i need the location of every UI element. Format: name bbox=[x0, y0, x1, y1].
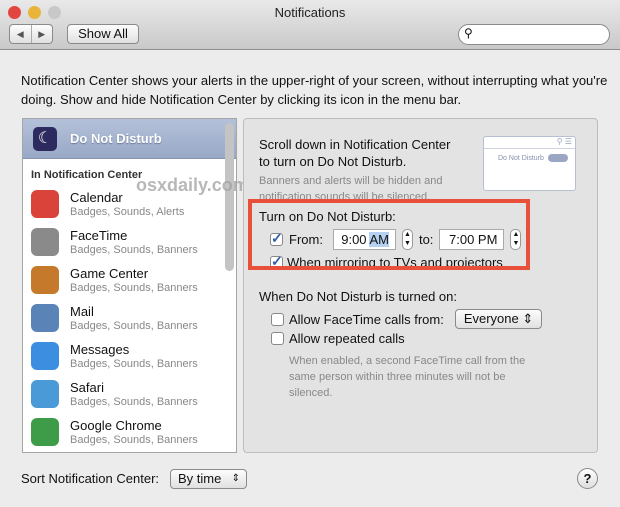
popup-value: Everyone bbox=[463, 311, 519, 326]
search-icon: ⚲ bbox=[464, 26, 473, 40]
sort-value: By time bbox=[178, 471, 222, 486]
when-title: When Do Not Disturb is turned on: bbox=[259, 289, 457, 304]
app-icon bbox=[31, 418, 59, 446]
sort-popup[interactable]: By time ⇕ bbox=[170, 469, 247, 489]
app-alert-style: Badges, Sounds, Banners bbox=[70, 434, 198, 446]
allow-facetime-checkbox[interactable] bbox=[271, 312, 284, 326]
window-title: Notifications bbox=[274, 5, 346, 20]
sidebar-item-game-center[interactable]: Game Center Badges, Sounds, Banners bbox=[23, 261, 236, 299]
highlight-box: Turn on Do Not Disturb: From: 9:00 AM ▲▼… bbox=[248, 199, 530, 270]
sort-label: Sort Notification Center: bbox=[21, 471, 160, 486]
app-alert-style: Badges, Sounds, Banners bbox=[70, 320, 198, 332]
allow-facetime-label: Allow FaceTime calls from: bbox=[289, 311, 444, 327]
app-list: ☾ Do Not Disturb In Notification Center … bbox=[22, 118, 237, 453]
allow-repeated-calls-label: Allow repeated calls bbox=[289, 331, 405, 346]
mirroring-label: When mirroring to TVs and projectors bbox=[287, 255, 503, 270]
preview-label: Do Not Disturb bbox=[498, 154, 544, 162]
app-icon bbox=[31, 190, 59, 218]
mirroring-checkbox[interactable] bbox=[270, 253, 283, 266]
app-alert-style: Badges, Sounds, Banners bbox=[70, 396, 198, 408]
app-icon bbox=[31, 380, 59, 408]
app-icon bbox=[31, 266, 59, 294]
to-stepper[interactable]: ▲ ▼ bbox=[510, 229, 522, 250]
repeated-calls-note: When enabled, a second FaceTime call fro… bbox=[289, 355, 526, 399]
sidebar-item-safari[interactable]: Safari Badges, Sounds, Banners bbox=[23, 375, 236, 413]
from-stepper[interactable]: ▲ ▼ bbox=[401, 229, 413, 250]
nav-buttons: ◀ ▶ bbox=[9, 24, 53, 44]
forward-button[interactable]: ▶ bbox=[32, 25, 53, 43]
sidebar-item-facetime[interactable]: FaceTime Badges, Sounds, Banners bbox=[23, 223, 236, 261]
app-alert-style: Badges, Sounds, Alerts bbox=[70, 206, 185, 218]
schedule-title: Turn on Do Not Disturb: bbox=[259, 209, 396, 224]
toggle-icon bbox=[547, 154, 568, 162]
from-time: 9:00 bbox=[341, 232, 367, 247]
to-label: to: bbox=[418, 232, 434, 247]
sidebar-item-messages[interactable]: Messages Badges, Sounds, Banners bbox=[23, 337, 236, 375]
description: Notification Center shows your alerts in… bbox=[21, 73, 608, 107]
sidebar-item-google-chrome[interactable]: Google Chrome Badges, Sounds, Banners bbox=[23, 413, 236, 451]
app-alert-style: Badges, Sounds, Banners bbox=[70, 358, 198, 370]
intro-text: Scroll down in Notification Center to tu… bbox=[259, 137, 451, 169]
watermark: osxdaily.com bbox=[136, 175, 249, 195]
chevron-updown-icon: ⇕ bbox=[231, 473, 240, 484]
facetime-from-popup[interactable]: Everyone ⇕ bbox=[454, 309, 543, 329]
do-not-disturb-panel: Scroll down in Notification Center to tu… bbox=[243, 118, 598, 453]
from-checkbox[interactable] bbox=[270, 230, 283, 247]
help-button[interactable]: ? bbox=[577, 468, 598, 489]
from-label: From: bbox=[289, 232, 323, 247]
app-icon bbox=[31, 228, 59, 256]
sidebar-item-label: Do Not Disturb bbox=[70, 131, 162, 146]
title-bar: Notifications ◀ ▶ Show All ⚲ bbox=[0, 0, 620, 50]
notification-center-preview: ⚲ ☰ Do Not Disturb bbox=[483, 136, 576, 191]
from-time-field[interactable]: 9:00 AM bbox=[332, 229, 396, 250]
moon-icon: ☾ bbox=[33, 126, 57, 151]
sidebar-item-do-not-disturb[interactable]: ☾ Do Not Disturb bbox=[23, 119, 236, 159]
sidebar-item-mail[interactable]: Mail Badges, Sounds, Banners bbox=[23, 299, 236, 337]
from-ampm[interactable]: AM bbox=[369, 232, 389, 247]
app-name: Messages bbox=[70, 342, 130, 357]
list-icon: ⚲ ☰ bbox=[484, 137, 575, 149]
app-alert-style: Badges, Sounds, Banners bbox=[70, 244, 198, 256]
app-name: Game Center bbox=[70, 266, 149, 281]
show-all-button[interactable]: Show All bbox=[67, 24, 139, 44]
app-icon bbox=[31, 342, 59, 370]
search-input[interactable]: ⚲ bbox=[458, 24, 610, 45]
back-button[interactable]: ◀ bbox=[10, 25, 32, 43]
app-name: Google Chrome bbox=[70, 418, 162, 433]
app-name: Safari bbox=[70, 380, 104, 395]
allow-repeated-calls-checkbox[interactable] bbox=[271, 332, 284, 345]
scrollbar[interactable] bbox=[225, 123, 234, 271]
app-name: Mail bbox=[70, 304, 94, 319]
to-time-field[interactable]: 7:00 PM bbox=[439, 229, 505, 250]
app-name: FaceTime bbox=[70, 228, 128, 243]
app-icon bbox=[31, 304, 59, 332]
app-alert-style: Badges, Sounds, Banners bbox=[70, 282, 198, 294]
